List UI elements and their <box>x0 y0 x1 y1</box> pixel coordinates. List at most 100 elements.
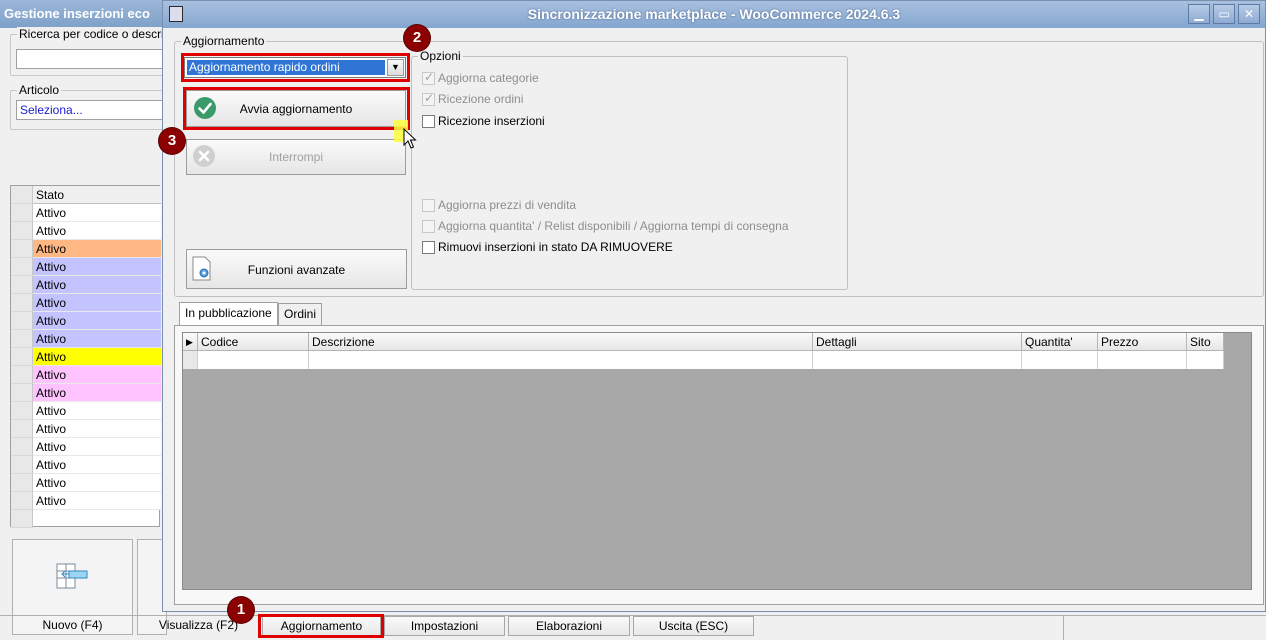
grid-row-selector[interactable] <box>11 456 33 474</box>
checkbox-checked-icon[interactable]: ✓ <box>422 70 435 85</box>
table-row[interactable]: Attivo <box>33 420 161 438</box>
grid-row-selector[interactable] <box>11 348 33 366</box>
highlight-update-mode <box>181 53 410 82</box>
search-group: Ricerca per codice o descri <box>10 27 171 76</box>
table-row[interactable] <box>813 351 1022 369</box>
option-label: Aggiorna categorie <box>438 71 539 85</box>
table-row[interactable] <box>309 351 813 369</box>
advanced-functions-button[interactable]: Funzioni avanzate <box>186 249 407 289</box>
table-row[interactable]: Attivo <box>33 492 161 510</box>
highlight-start-update <box>183 87 410 130</box>
grid-row-selector[interactable] <box>11 438 33 456</box>
column-sito[interactable]: Sito <box>1187 333 1224 351</box>
table-row[interactable]: Attivo <box>33 294 161 312</box>
table-insert-icon <box>56 563 88 589</box>
table-row[interactable]: Attivo <box>33 258 161 276</box>
option-label: Ricezione ordini <box>438 92 524 106</box>
new-button[interactable]: Nuovo (F4) <box>12 539 133 635</box>
grid-row-selector[interactable] <box>11 402 33 420</box>
check-icon: ✓ <box>424 70 435 84</box>
checkbox-empty-icon[interactable] <box>422 241 435 254</box>
table-row[interactable]: Attivo <box>33 330 161 348</box>
status-column-header[interactable]: Stato <box>36 188 64 202</box>
checkbox-checked-icon[interactable]: ✓ <box>422 91 435 106</box>
highlight-update-tab <box>258 614 384 638</box>
grid-row-selector[interactable] <box>11 474 33 492</box>
grid-row-selector[interactable] <box>11 294 33 312</box>
grid-row-selector[interactable] <box>11 276 33 294</box>
grid-row-selector-header: ▶ <box>183 333 198 351</box>
option-label: Aggiorna quantita' / Relist disponibili … <box>438 219 789 233</box>
grid-row-selector[interactable] <box>11 240 33 258</box>
article-group: Articolo Seleziona... <box>10 83 171 130</box>
grid-row-selector[interactable] <box>11 510 33 528</box>
table-row[interactable] <box>1022 351 1098 369</box>
close-button[interactable]: ✕ <box>1238 4 1260 24</box>
table-row[interactable]: Attivo <box>33 240 161 258</box>
grid-row-selector[interactable] <box>11 330 33 348</box>
search-group-label: Ricerca per codice o descri <box>17 27 166 41</box>
options-group-label: Opzioni <box>418 49 463 63</box>
column-quantita[interactable]: Quantita' <box>1022 333 1098 351</box>
grid-row-selector[interactable] <box>11 492 33 510</box>
table-row[interactable]: Attivo <box>33 456 161 474</box>
grid-row-selector[interactable] <box>11 222 33 240</box>
table-row[interactable]: Attivo <box>33 222 161 240</box>
processing-button[interactable]: Elaborazioni <box>508 616 630 636</box>
status-grid: Stato Attivo Attivo Attivo Attivo Attivo Atti… <box>10 185 161 528</box>
grid-row-selector[interactable] <box>11 384 33 402</box>
table-row[interactable]: Attivo <box>33 366 161 384</box>
dialog-title: Sincronizzazione marketplace - WooCommer… <box>527 6 901 22</box>
column-descrizione[interactable]: Descrizione <box>309 333 813 351</box>
column-codice[interactable]: Codice <box>198 333 309 351</box>
background-window-title: Gestione inserzioni eco <box>4 6 150 21</box>
step-badge-1: 1 <box>228 597 254 623</box>
tab-in-pubblicazione[interactable]: In pubblicazione <box>179 302 278 326</box>
new-button-label: Nuovo (F4) <box>42 618 103 632</box>
table-row[interactable]: Attivo <box>33 348 161 366</box>
maximize-button[interactable]: ▭ <box>1213 4 1235 24</box>
table-row[interactable]: Attivo <box>33 204 161 222</box>
grid-row-selector[interactable] <box>11 204 33 222</box>
table-row[interactable]: Attivo <box>33 384 161 402</box>
table-row[interactable]: Attivo <box>33 276 161 294</box>
update-group-label: Aggiornamento <box>181 34 267 48</box>
column-prezzo[interactable]: Prezzo <box>1098 333 1187 351</box>
grid-row-selector[interactable] <box>183 351 198 369</box>
table-row[interactable]: Attivo <box>33 438 161 456</box>
article-select[interactable]: Seleziona... <box>16 100 171 120</box>
dialog-titlebar[interactable]: Sincronizzazione marketplace - WooCommer… <box>163 1 1265 28</box>
grid-row-selector[interactable] <box>11 258 33 276</box>
article-group-label: Articolo <box>17 83 62 97</box>
grid-row-selector[interactable] <box>11 420 33 438</box>
exit-button[interactable]: Uscita (ESC) <box>633 616 754 636</box>
stop-label: Interrompi <box>268 150 324 164</box>
column-dettagli[interactable]: Dettagli <box>813 333 1022 351</box>
table-row[interactable] <box>1098 351 1187 369</box>
settings-button[interactable]: Impostazioni <box>384 616 505 636</box>
step-badge-3: 3 <box>159 128 185 154</box>
table-row[interactable]: Attivo <box>33 474 161 492</box>
grid-row-selector[interactable] <box>11 366 33 384</box>
background-titlebar: Gestione inserzioni eco <box>0 0 170 28</box>
option-label: Rimuovi inserzioni in stato DA RIMUOVERE <box>438 240 673 254</box>
search-input[interactable] <box>16 49 171 69</box>
minimize-button[interactable]: ▁ <box>1188 4 1210 24</box>
stop-button[interactable]: Interrompi <box>186 139 406 175</box>
table-row[interactable]: Attivo <box>33 402 161 420</box>
checkbox-empty-icon[interactable] <box>422 115 435 128</box>
checkbox-empty-icon[interactable] <box>422 199 435 212</box>
checkbox-empty-icon[interactable] <box>422 220 435 233</box>
grid-scrollbar[interactable] <box>1225 333 1251 589</box>
grid-row-selector[interactable] <box>11 312 33 330</box>
option-label: Aggiorna prezzi di vendita <box>438 198 577 212</box>
table-row[interactable] <box>198 351 309 369</box>
advanced-functions-label: Funzioni avanzate <box>247 263 346 277</box>
option-label: Ricezione inserzioni <box>438 114 545 128</box>
table-row[interactable] <box>1187 351 1224 369</box>
table-row[interactable]: Attivo <box>33 312 161 330</box>
status-grid-header: Stato <box>11 186 161 204</box>
mouse-cursor-icon <box>403 128 417 149</box>
check-icon: ✓ <box>424 91 435 105</box>
tab-ordini[interactable]: Ordini <box>278 303 323 325</box>
